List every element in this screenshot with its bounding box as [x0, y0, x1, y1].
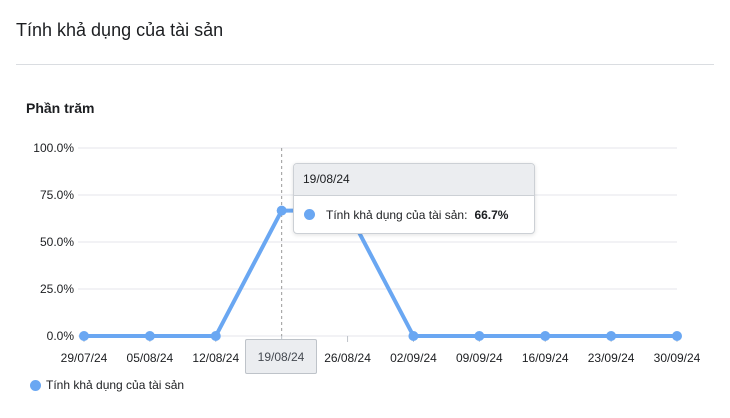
- legend-series-label[interactable]: Tính khả dụng của tài sản: [46, 378, 184, 392]
- data-point: [144, 331, 155, 341]
- tooltip-value: 66.7%: [474, 207, 509, 222]
- y-tick-label: 100.0%: [33, 141, 74, 155]
- x-tick-label: 12/08/24: [192, 351, 239, 365]
- data-point: [540, 331, 551, 341]
- data-point: [408, 331, 419, 341]
- tooltip-series-dot-icon: [304, 209, 315, 220]
- y-tick-label: 0.0%: [47, 329, 75, 343]
- x-tick-label: 26/08/24: [324, 351, 371, 365]
- chart-tooltip: 19/08/24 Tính khả dụng của tài sản: 66.7…: [293, 163, 535, 234]
- data-point: [79, 331, 89, 341]
- data-point: [672, 331, 682, 341]
- tooltip-date: 19/08/24: [294, 164, 534, 196]
- tooltip-row: Tính khả dụng của tài sản: 66.7%: [294, 196, 534, 233]
- y-tick-label: 75.0%: [40, 188, 74, 202]
- x-axis-hover-label: 19/08/24: [245, 339, 317, 374]
- legend-series-dot-icon: [30, 379, 41, 391]
- x-tick-label: 16/09/24: [522, 351, 569, 365]
- data-point: [474, 331, 485, 341]
- tooltip-series-name: Tính khả dụng của tài sản:: [326, 207, 468, 222]
- y-tick-label: 25.0%: [40, 282, 74, 296]
- x-tick-label: 05/08/24: [127, 351, 174, 365]
- data-point: [606, 331, 617, 341]
- data-point: [276, 205, 287, 216]
- x-tick-label: 02/09/24: [390, 351, 437, 365]
- x-tick-label: 30/09/24: [654, 351, 701, 365]
- data-point: [210, 331, 221, 341]
- x-tick-label: 29/07/24: [61, 351, 108, 365]
- chart-legend[interactable]: Tính khả dụng của tài sản: [30, 378, 184, 392]
- x-tick-label: 09/09/24: [456, 351, 503, 365]
- x-tick-label: 23/09/24: [588, 351, 635, 365]
- y-tick-label: 50.0%: [40, 235, 74, 249]
